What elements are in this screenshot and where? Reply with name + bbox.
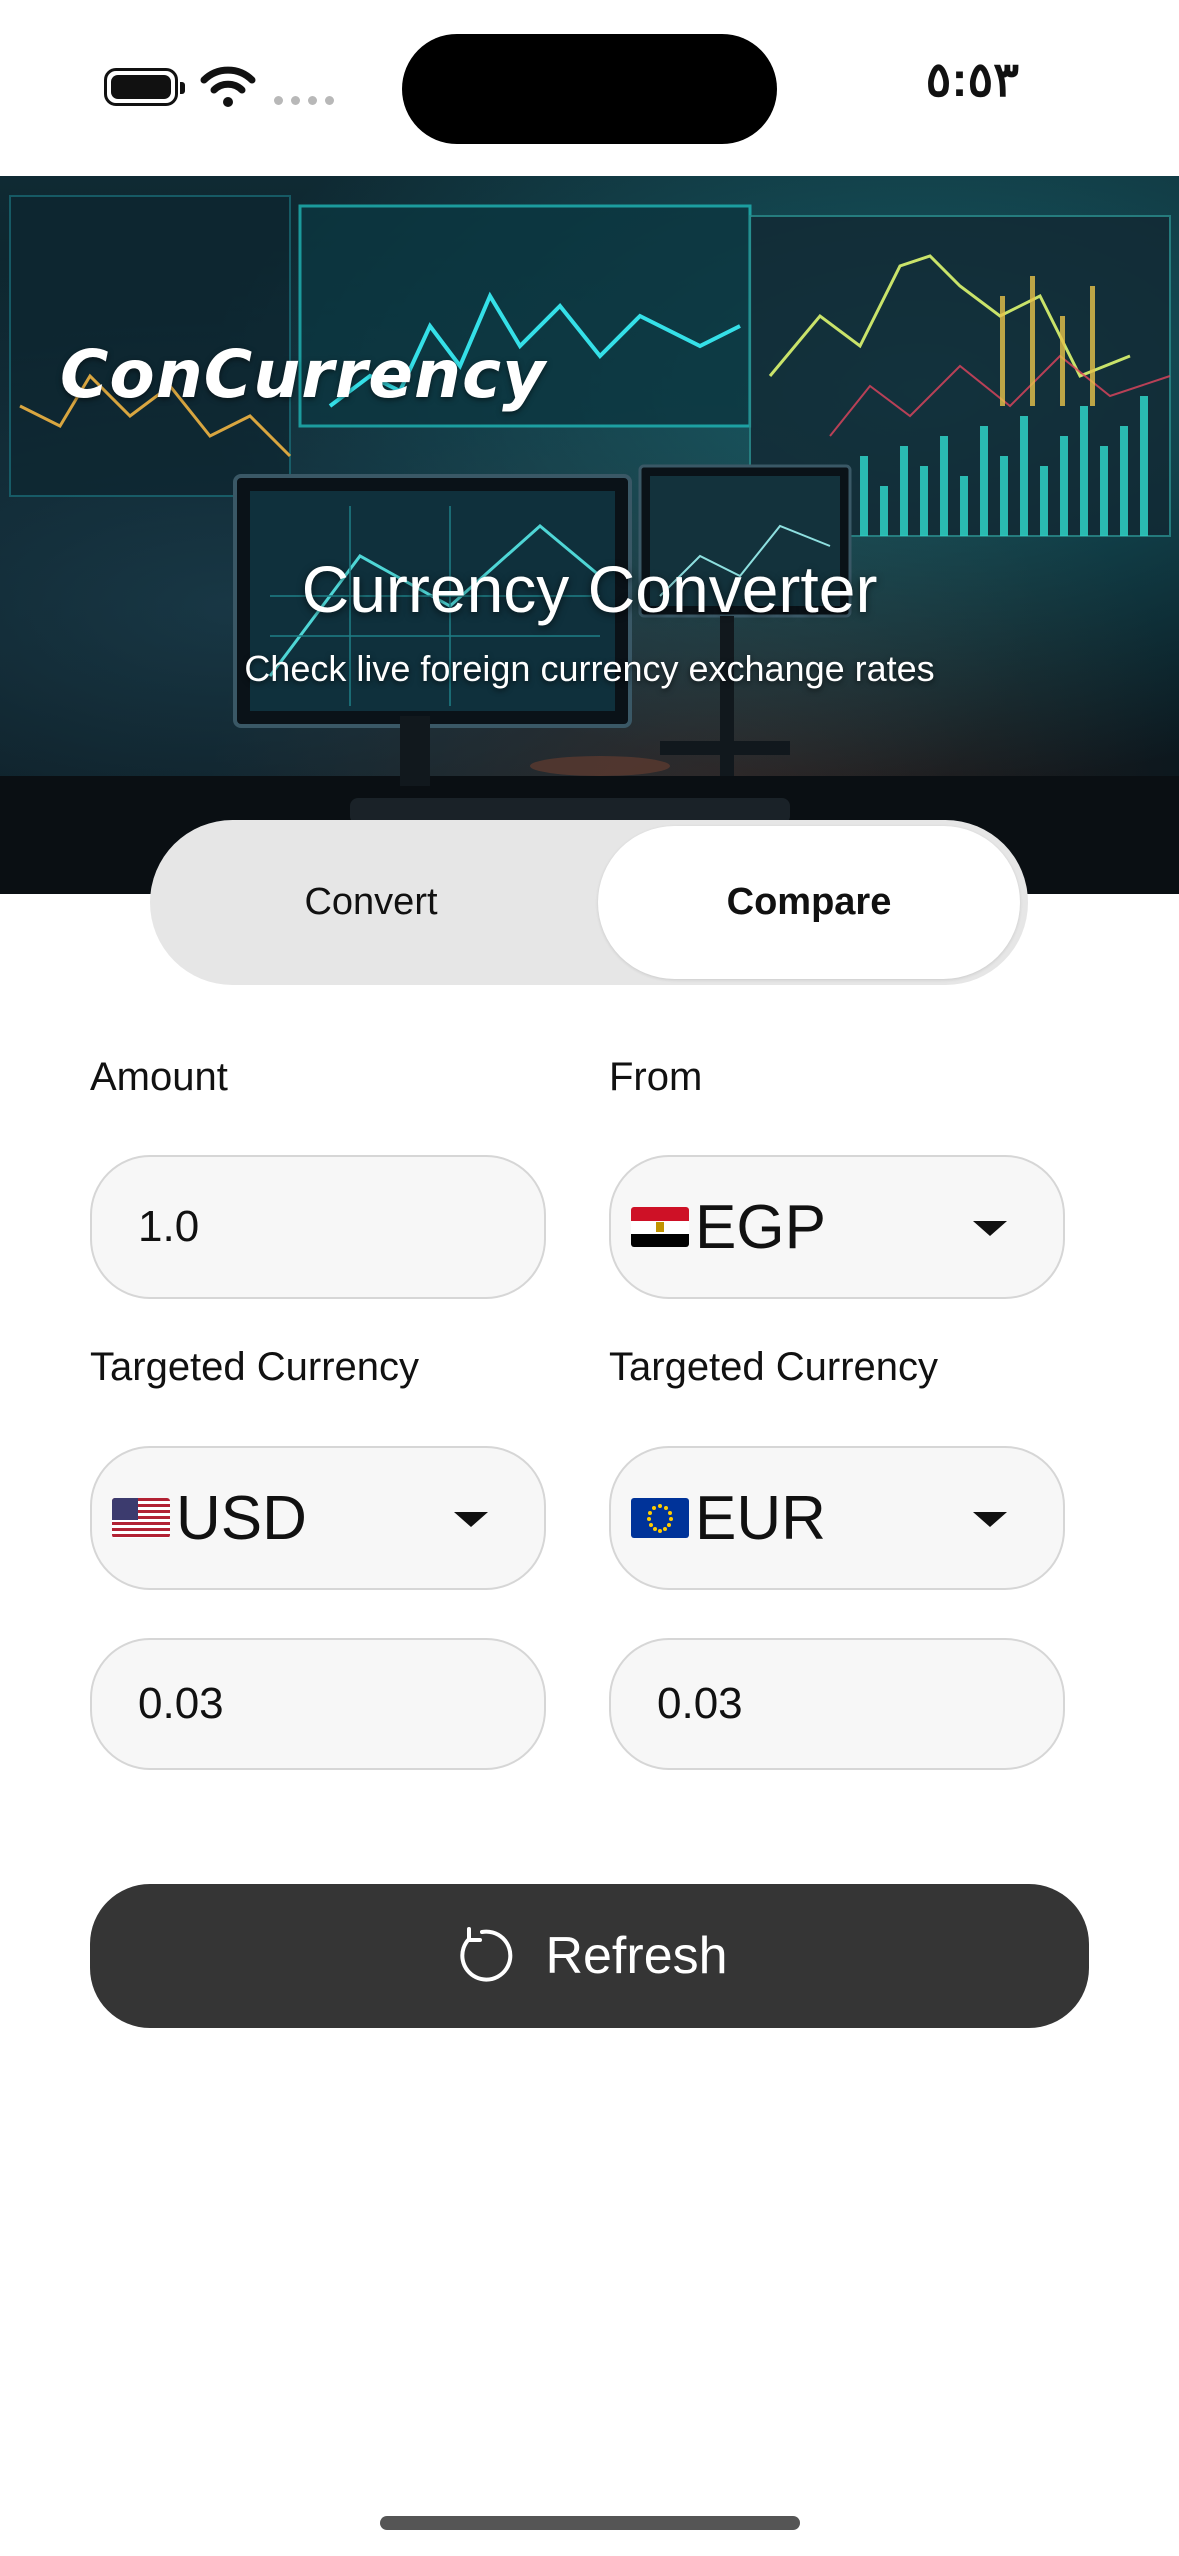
eu-flag-icon bbox=[631, 1498, 689, 1538]
page-title: Currency Converter bbox=[301, 552, 878, 626]
refresh-label: Refresh bbox=[545, 1927, 728, 1985]
tab-compare[interactable]: Compare bbox=[598, 826, 1020, 979]
app-logo: ConCurrency bbox=[60, 336, 547, 413]
target-currency-dropdown-1[interactable]: USD bbox=[90, 1446, 546, 1590]
egypt-flag-icon bbox=[631, 1207, 689, 1247]
home-indicator[interactable] bbox=[380, 2516, 800, 2530]
result-value-1: 0.03 bbox=[138, 1679, 224, 1728]
result-field-2[interactable]: 0.03 bbox=[609, 1638, 1065, 1770]
target-currency-dropdown-2[interactable]: EUR bbox=[609, 1446, 1065, 1590]
refresh-button[interactable]: Refresh bbox=[90, 1884, 1089, 2028]
result-field-1[interactable]: 0.03 bbox=[90, 1638, 546, 1770]
target-currency-code-1: USD bbox=[176, 1483, 307, 1553]
cellular-signal-icon bbox=[274, 96, 334, 105]
from-label: From bbox=[609, 1055, 703, 1099]
refresh-icon bbox=[460, 1927, 513, 1982]
status-time: ٥:٥٣ bbox=[925, 54, 1019, 107]
amount-input[interactable]: 1.0 bbox=[90, 1155, 546, 1299]
dynamic-island bbox=[402, 34, 777, 144]
wifi-icon bbox=[200, 66, 256, 107]
targeted-currency-label-1: Targeted Currency bbox=[90, 1345, 420, 1389]
result-value-2: 0.03 bbox=[657, 1679, 743, 1728]
target-currency-code-2: EUR bbox=[695, 1483, 826, 1553]
targeted-currency-label-2: Targeted Currency bbox=[609, 1345, 939, 1389]
tab-convert[interactable]: Convert bbox=[156, 826, 586, 979]
hero-banner: ConCurrency Currency Converter Check liv… bbox=[0, 176, 1179, 894]
battery-icon bbox=[104, 68, 185, 106]
us-flag-icon bbox=[112, 1498, 170, 1538]
caret-down-icon bbox=[973, 1221, 1007, 1236]
trading-screens-illustration bbox=[0, 195, 1179, 894]
page-subtitle: Check live foreign currency exchange rat… bbox=[244, 648, 935, 689]
amount-label: Amount bbox=[90, 1055, 228, 1099]
amount-value: 1.0 bbox=[138, 1202, 200, 1251]
from-currency-code: EGP bbox=[695, 1192, 826, 1262]
caret-down-icon bbox=[973, 1512, 1007, 1527]
caret-down-icon bbox=[454, 1512, 488, 1527]
from-currency-dropdown[interactable]: EGP bbox=[609, 1155, 1065, 1299]
status-bar: ٥:٥٣ bbox=[0, 0, 1179, 176]
mode-segmented-control: Convert Compare bbox=[150, 820, 1028, 985]
